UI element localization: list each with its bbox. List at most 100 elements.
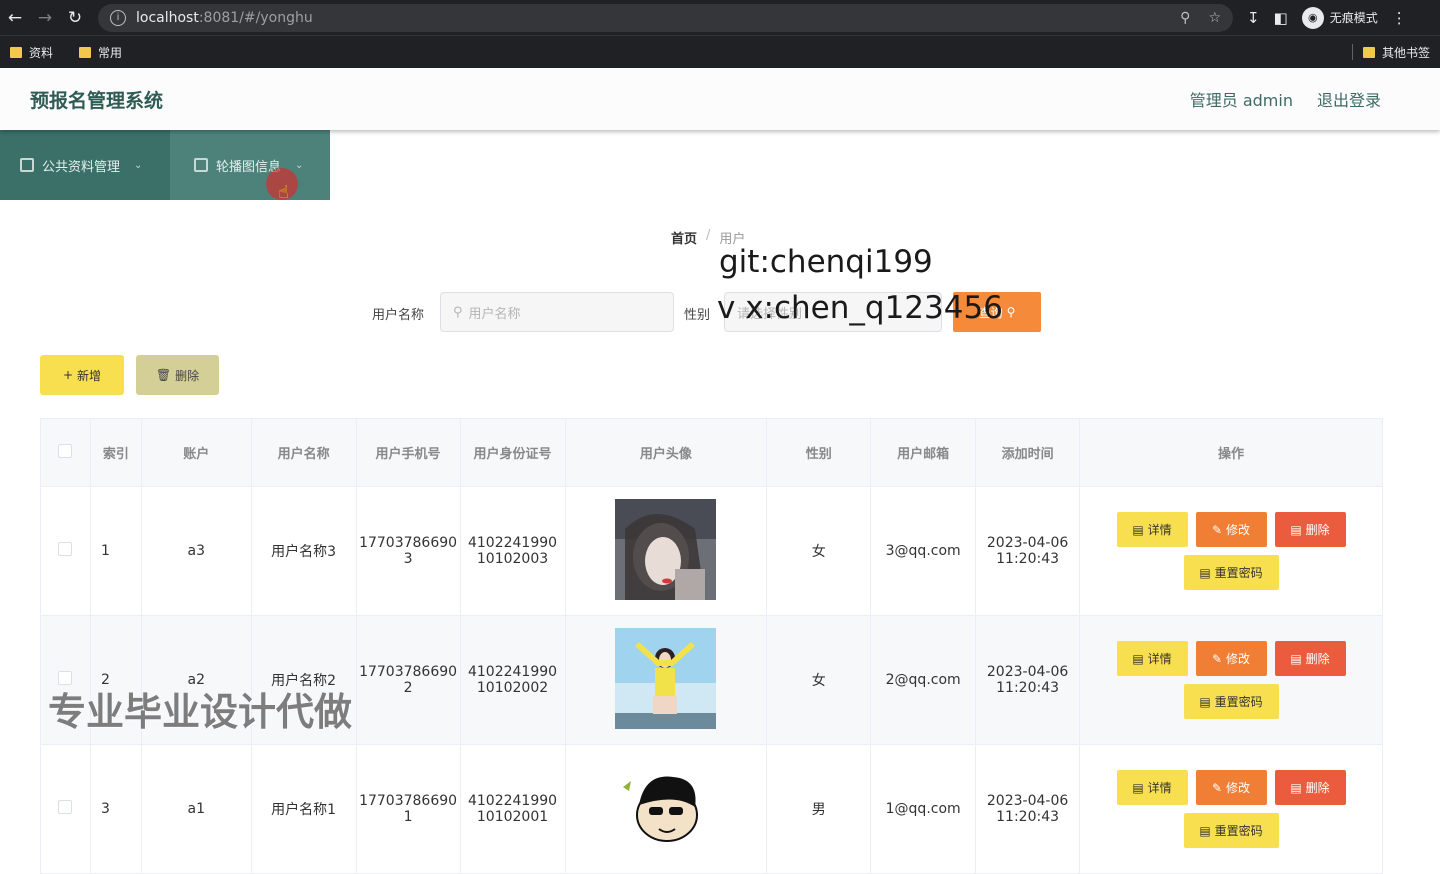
edit-label: 修改 bbox=[1226, 652, 1251, 666]
document-icon: ▤ bbox=[1132, 522, 1144, 537]
reload-icon[interactable]: ↻ bbox=[60, 3, 90, 33]
col-header[interactable]: 索引 bbox=[89, 418, 142, 487]
detail-button[interactable]: ▤ 详情 bbox=[1116, 641, 1188, 676]
cell-gender: 女 bbox=[766, 615, 872, 745]
search-icon: ⚲ bbox=[1006, 305, 1016, 319]
cell-time: 11:20:43 bbox=[996, 680, 1060, 696]
reset-password-button[interactable]: ▤ 重置密码 bbox=[1183, 813, 1279, 848]
cell-phone-line2: 2 bbox=[403, 680, 413, 696]
col-header[interactable]: 账户 bbox=[140, 418, 252, 487]
chevron-down-icon: ⌄ bbox=[134, 159, 143, 171]
cell-id-number: 4102241990 10102001 bbox=[459, 744, 566, 874]
reset-label: 重置密码 bbox=[1214, 566, 1263, 580]
detail-button[interactable]: ▤ 详情 bbox=[1116, 770, 1188, 805]
search-icon: ⚲ bbox=[453, 304, 463, 320]
user-table: 索引 账户 用户名称 用户手机号 用户身份证号 用户头像 性别 用户邮箱 添加时… bbox=[40, 418, 1383, 874]
detail-button[interactable]: ▤ 详情 bbox=[1116, 512, 1188, 547]
cell-phone-line2: 1 bbox=[403, 809, 413, 825]
sidepanel-icon[interactable]: ◧ bbox=[1274, 9, 1288, 27]
other-bookmarks-label: 其他书签 bbox=[1381, 45, 1430, 60]
select-all-checkbox[interactable] bbox=[58, 443, 73, 458]
address-bar[interactable]: i localhost:8081/#/yonghu ⚲ ☆ bbox=[98, 3, 1233, 32]
cell-created: 2023-04-06 11:20:43 bbox=[975, 615, 1081, 745]
hand-cursor-icon: ☝ bbox=[278, 182, 289, 203]
bookmark-folder[interactable]: 资料 bbox=[10, 44, 53, 61]
row-select-cell bbox=[40, 486, 91, 616]
col-header[interactable]: 用户身份证号 bbox=[459, 418, 566, 487]
clipboard-icon bbox=[20, 158, 34, 172]
col-header[interactable]: 用户邮箱 bbox=[870, 418, 977, 487]
bulk-delete-button[interactable]: 🗑 删除 bbox=[136, 355, 219, 395]
cell-phone: 17703786690 3 bbox=[355, 486, 461, 616]
row-checkbox[interactable] bbox=[58, 542, 73, 556]
edit-button[interactable]: ✎ 修改 bbox=[1195, 512, 1267, 547]
chevron-down-icon: ⌄ bbox=[295, 159, 304, 171]
col-header[interactable]: 用户头像 bbox=[564, 418, 768, 487]
detail-label: 详情 bbox=[1147, 652, 1172, 666]
table-row: 3 a1 用户名称1 17703786690 1 4102241990 101020… bbox=[40, 744, 1383, 874]
key-icon[interactable]: ⚲ bbox=[1180, 10, 1190, 26]
avatar-image bbox=[615, 756, 717, 858]
cell-account: a1 bbox=[140, 744, 252, 874]
delete-label: 删除 bbox=[1305, 652, 1330, 666]
delete-button[interactable]: ▤ 删除 bbox=[1274, 641, 1346, 676]
star-icon[interactable]: ☆ bbox=[1208, 10, 1221, 26]
cell-phone-line1: 17703786690 bbox=[359, 664, 458, 680]
incognito-icon: ◉ bbox=[1301, 6, 1324, 29]
cell-phone: 17703786690 2 bbox=[355, 615, 461, 745]
bookmarks-bar: 资料 常用 其他书签 bbox=[0, 35, 1440, 68]
edit-label: 修改 bbox=[1226, 781, 1251, 795]
overlay-text-git: git:chenqi199 bbox=[719, 244, 933, 280]
download-icon[interactable]: ↧ bbox=[1247, 9, 1260, 27]
edit-button[interactable]: ✎ 修改 bbox=[1195, 641, 1267, 676]
incognito-indicator[interactable]: ◉ 无痕模式 bbox=[1301, 6, 1378, 29]
breadcrumb-home[interactable]: 首页 bbox=[671, 228, 697, 247]
cell-date: 2023-04-06 bbox=[986, 535, 1069, 551]
incognito-label: 无痕模式 bbox=[1329, 11, 1378, 25]
forward-icon[interactable]: → bbox=[30, 3, 60, 33]
document-icon: ▤ bbox=[1199, 565, 1211, 580]
delete-button[interactable]: ▤ 删除 bbox=[1274, 770, 1346, 805]
url-path: :8081/#/yonghu bbox=[198, 9, 313, 26]
col-header[interactable]: 性别 bbox=[766, 418, 872, 487]
bookmark-folder[interactable]: 常用 bbox=[79, 44, 122, 61]
overlay-text-ad: 专业毕业设计代做 bbox=[48, 690, 353, 734]
reset-password-button[interactable]: ▤ 重置密码 bbox=[1183, 684, 1279, 719]
site-info-icon[interactable]: i bbox=[110, 9, 126, 26]
url-host: localhost bbox=[136, 9, 199, 26]
edit-button[interactable]: ✎ 修改 bbox=[1195, 770, 1267, 805]
menu-dots-icon[interactable]: ⋮ bbox=[1392, 9, 1407, 27]
pencil-icon: ✎ bbox=[1211, 780, 1223, 795]
menu-item-carousel[interactable]: 轮播图信息 ⌄ bbox=[170, 130, 330, 200]
current-user: 管理员 admin bbox=[1189, 91, 1293, 110]
col-header[interactable]: 用户名称 bbox=[250, 418, 357, 487]
row-checkbox[interactable] bbox=[58, 800, 73, 814]
folder-icon bbox=[1362, 46, 1375, 58]
reset-password-button[interactable]: ▤ 重置密码 bbox=[1183, 555, 1279, 590]
document-icon: ▤ bbox=[1199, 823, 1211, 838]
other-bookmarks[interactable]: 其他书签 bbox=[1362, 44, 1430, 61]
cell-id-line1: 4102241990 bbox=[467, 664, 558, 680]
document-icon: ▤ bbox=[1199, 694, 1211, 709]
cell-time: 11:20:43 bbox=[996, 809, 1060, 825]
delete-label: 删除 bbox=[1305, 781, 1330, 795]
detail-label: 详情 bbox=[1147, 523, 1172, 537]
delete-button[interactable]: ▤ 删除 bbox=[1274, 512, 1346, 547]
bookmark-separator bbox=[1351, 44, 1353, 60]
menu-item-public-data[interactable]: 公共资料管理 ⌄ bbox=[0, 130, 170, 200]
cell-ops: ▤ 详情 ✎ 修改 ▤ 删除 ▤ 重置密码 bbox=[1079, 744, 1383, 874]
col-header[interactable]: 用户手机号 bbox=[355, 418, 461, 487]
cell-date: 2023-04-06 bbox=[986, 664, 1069, 680]
cell-index: 1 bbox=[89, 486, 142, 616]
table-row: 1 a3 用户名称3 17703786690 3 4102241990 101020… bbox=[40, 486, 1383, 616]
name-search-input[interactable]: ⚲ 用户名称 bbox=[440, 292, 674, 332]
col-header[interactable]: 添加时间 bbox=[975, 418, 1081, 487]
cell-ops: ▤ 详情 ✎ 修改 ▤ 删除 ▤ 重置密码 bbox=[1079, 615, 1383, 745]
back-icon[interactable]: ← bbox=[0, 3, 30, 33]
add-button[interactable]: + 新增 bbox=[40, 355, 124, 395]
select-all-cell bbox=[40, 418, 91, 487]
logout-link[interactable]: 退出登录 bbox=[1317, 87, 1381, 111]
cell-email: 2@qq.com bbox=[870, 615, 977, 745]
col-header: 操作 bbox=[1079, 418, 1383, 487]
folder-icon bbox=[10, 46, 22, 58]
